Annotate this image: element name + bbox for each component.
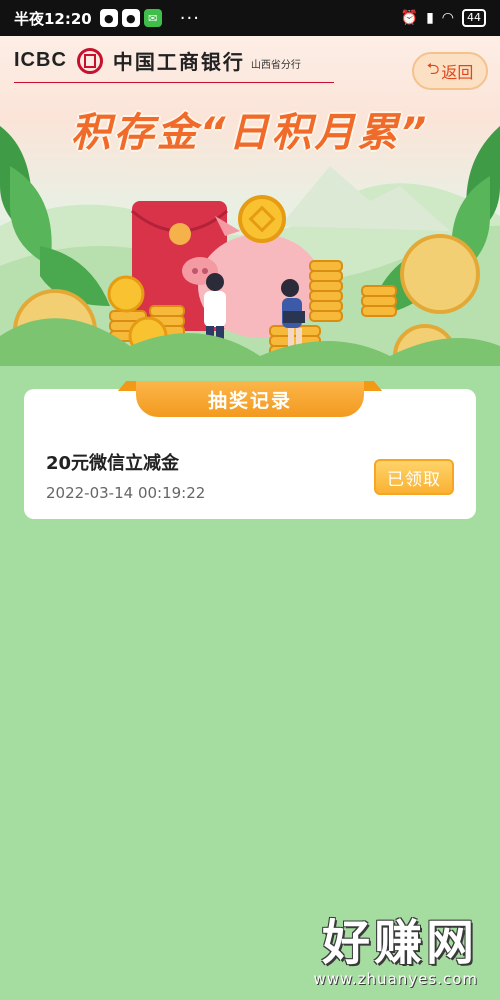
bank-name: 中国工商银行: [112, 50, 245, 74]
back-button[interactable]: ⮌ 返回: [412, 52, 488, 90]
lottery-record-card: 抽奖记录 20元微信立减金 2022-03-14 00:19:22 已领取: [24, 381, 476, 519]
back-arrow-icon: ⮌: [426, 58, 440, 78]
status-indicators: ⏰ ▮ ◠ 44: [401, 9, 486, 27]
logo-underline: [14, 82, 334, 83]
bank-abbr: ICBC: [14, 49, 67, 71]
record-item-time: 2022-03-14 00:19:22: [46, 484, 206, 502]
branch-name: 山西省分行: [250, 60, 301, 71]
wifi-icon: ◠: [441, 10, 454, 26]
more-notifications-icon: ···: [179, 7, 200, 29]
watermark-logo-text: 好赚网: [321, 915, 478, 971]
record-item-title: 20元微信立减金: [46, 453, 180, 474]
site-watermark: 好赚网 www.zhuanyes.com: [313, 918, 478, 988]
promo-banner: ICBC 中国工商银行 山西省分行 ⮌ 返回 积存金“日积月累”: [0, 36, 500, 366]
banner-headline: 积存金“日积月累”: [70, 110, 430, 156]
status-bar: 半夜12:20 ● ● ✉ ··· ⏰ ▮ ◠ 44: [0, 0, 500, 36]
signal-icon: ▮: [426, 10, 434, 26]
watermark-url: www.zhuanyes.com: [313, 970, 478, 988]
icbc-emblem-icon: [76, 47, 103, 74]
qq-icon: ●: [99, 9, 118, 27]
battery-icon: 44: [462, 9, 486, 27]
status-time: 半夜12:20: [14, 9, 92, 28]
alarm-icon: ⏰: [400, 10, 419, 26]
qq-icon-2: ●: [121, 9, 140, 27]
section-ribbon: 抽奖记录: [117, 381, 383, 417]
wechat-icon: ✉: [143, 9, 162, 27]
back-button-label: 返回: [441, 63, 474, 82]
claimed-button[interactable]: 已领取: [374, 459, 454, 495]
section-title: 抽奖记录: [136, 381, 364, 417]
bank-logo: ICBC 中国工商银行 山西省分行: [14, 46, 334, 83]
